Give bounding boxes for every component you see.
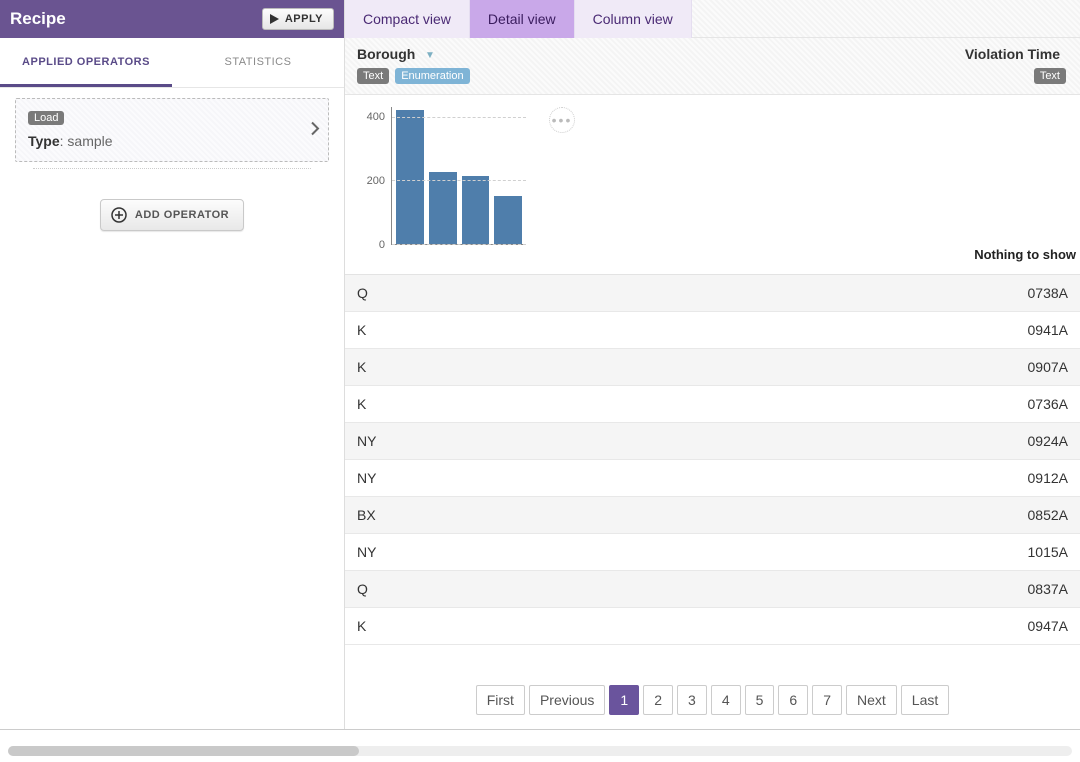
chart-bar [462,176,490,245]
chart-bar [429,172,457,244]
operator-type-value: : sample [60,133,113,149]
page-4[interactable]: 4 [711,685,741,715]
nothing-to-show: Nothing to show [970,95,1080,274]
column-header-violation-time[interactable]: Violation Time [958,46,1068,62]
table-row[interactable]: K0947A [345,608,1080,645]
operator-badge: Load [28,111,64,125]
page-first[interactable]: First [476,685,525,715]
cell-violation-time: 0912A [958,470,1068,486]
operator-list: Load Type: sample ADD OPERATOR [0,88,344,251]
column-name-violation-time: Violation Time [965,46,1060,62]
tab-detail-view[interactable]: Detail view [470,0,575,38]
table-row[interactable]: Q0738A [345,275,1080,312]
cell-borough: BX [357,507,958,523]
ellipsis-icon: ••• [552,112,573,128]
add-operator-label: ADD OPERATOR [135,209,229,221]
chart-menu-button[interactable]: ••• [549,107,575,133]
page-1[interactable]: 1 [609,685,639,715]
page-2[interactable]: 2 [643,685,673,715]
data-rows: Q0738AK0941AK0907AK0736ANY0924ANY0912ABX… [345,275,1080,675]
cell-borough: K [357,322,958,338]
operator-type: Type: sample [28,133,296,149]
borough-bar-chart: 0 200 400 [359,107,529,257]
y-tick-label: 0 [379,239,385,251]
type-badge-text: Text [357,68,389,84]
column-headers: Borough ▼ Violation Time Text Enumeratio… [345,38,1080,95]
horizontal-scrollbar[interactable] [8,746,1072,756]
page-3[interactable]: 3 [677,685,707,715]
table-row[interactable]: BX0852A [345,497,1080,534]
scrollbar-thumb[interactable] [8,746,359,756]
page-next[interactable]: Next [846,685,897,715]
table-row[interactable]: Q0837A [345,571,1080,608]
view-tabs: Compact view Detail view Column view [345,0,1080,38]
cell-violation-time: 0852A [958,507,1068,523]
add-operator-button[interactable]: ADD OPERATOR [100,199,244,231]
cell-borough: NY [357,544,958,560]
recipe-title: Recipe [10,9,262,29]
apply-button[interactable]: APPLY [262,8,334,30]
cell-borough: K [357,618,958,634]
y-tick-label: 200 [367,175,385,187]
chart-bar [494,196,522,244]
y-tick-label: 400 [367,111,385,123]
table-row[interactable]: NY0924A [345,423,1080,460]
cell-violation-time: 0941A [958,322,1068,338]
recipe-header: Recipe APPLY [0,0,344,38]
table-row[interactable]: NY1015A [345,534,1080,571]
page-6[interactable]: 6 [778,685,808,715]
table-row[interactable]: K0941A [345,312,1080,349]
page-last[interactable]: Last [901,685,949,715]
chevron-down-icon[interactable]: ▼ [425,50,435,61]
operator-card-load[interactable]: Load Type: sample [15,98,329,162]
operator-type-label: Type [28,133,60,149]
view-tabs-spacer [692,0,1080,38]
cell-borough: Q [357,285,958,301]
cell-violation-time: 1015A [958,544,1068,560]
cell-borough: K [357,359,958,375]
page-7[interactable]: 7 [812,685,842,715]
recipe-panel: Recipe APPLY APPLIED OPERATORS STATISTIC… [0,0,345,729]
page-5[interactable]: 5 [745,685,775,715]
cell-violation-time: 0736A [958,396,1068,412]
tab-column-view[interactable]: Column view [575,0,692,38]
cell-violation-time: 0738A [958,285,1068,301]
table-row[interactable]: K0907A [345,349,1080,386]
column-name-borough: Borough [357,46,415,62]
tab-applied-operators[interactable]: APPLIED OPERATORS [0,38,172,87]
type-badge-text-2: Text [1034,68,1066,84]
chart-row: 0 200 400 ••• Nothing to show [345,95,1080,275]
table-row[interactable]: NY0912A [345,460,1080,497]
cell-borough: Q [357,581,958,597]
main-panel: Compact view Detail view Column view Bor… [345,0,1080,729]
cell-violation-time: 0907A [958,359,1068,375]
cell-violation-time: 0947A [958,618,1068,634]
play-icon [269,14,279,24]
type-badge-enumeration: Enumeration [395,68,469,84]
cell-borough: NY [357,470,958,486]
chevron-right-icon [310,121,320,140]
tab-statistics[interactable]: STATISTICS [172,38,344,87]
table-row[interactable]: K0736A [345,386,1080,423]
side-tabs: APPLIED OPERATORS STATISTICS [0,38,344,88]
tab-compact-view[interactable]: Compact view [345,0,470,38]
page-previous[interactable]: Previous [529,685,605,715]
column-header-borough[interactable]: Borough ▼ [357,46,958,62]
cell-violation-time: 0837A [958,581,1068,597]
apply-button-label: APPLY [285,13,323,25]
cell-borough: NY [357,433,958,449]
plus-circle-icon [111,207,127,223]
chart-bar [396,110,424,244]
cell-borough: K [357,396,958,412]
cell-violation-time: 0924A [958,433,1068,449]
pagination: FirstPrevious1234567NextLast [345,675,1080,729]
